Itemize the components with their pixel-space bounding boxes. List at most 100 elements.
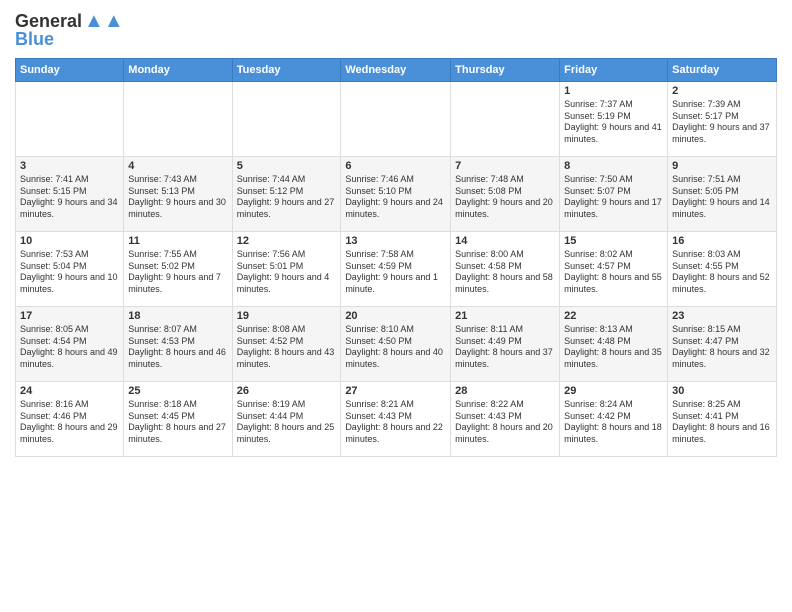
calendar-cell: 2 Sunrise: 7:39 AM Sunset: 5:17 PM Daylig… [668, 82, 777, 157]
day-number: 1 [564, 85, 663, 97]
day-number: 14 [455, 235, 555, 247]
day-number: 19 [237, 310, 337, 322]
calendar-cell: 13 Sunrise: 7:58 AM Sunset: 4:59 PM Dayli… [341, 232, 451, 307]
calendar-cell: 8 Sunrise: 7:50 AM Sunset: 5:07 PM Daylig… [560, 157, 668, 232]
day-number: 5 [237, 160, 337, 172]
day-info: Sunrise: 7:55 AM Sunset: 5:02 PM Dayligh… [128, 249, 227, 296]
logo: General ▲▲ Blue [15, 10, 124, 50]
calendar-cell: 14 Sunrise: 8:00 AM Sunset: 4:58 PM Dayli… [451, 232, 560, 307]
day-info: Sunrise: 8:24 AM Sunset: 4:42 PM Dayligh… [564, 399, 663, 446]
day-info: Sunrise: 7:53 AM Sunset: 5:04 PM Dayligh… [20, 249, 119, 296]
calendar-cell: 6 Sunrise: 7:46 AM Sunset: 5:10 PM Daylig… [341, 157, 451, 232]
calendar-cell: 26Sunrise: 8:19 AM Sunset: 4:44 PM Dayli… [232, 382, 341, 457]
day-info: Sunrise: 7:46 AM Sunset: 5:10 PM Dayligh… [345, 174, 446, 221]
calendar-header-sunday: Sunday [16, 59, 124, 82]
calendar-cell: 9 Sunrise: 7:51 AM Sunset: 5:05 PM Daylig… [668, 157, 777, 232]
calendar-cell: 27 Sunrise: 8:21 AM Sunset: 4:43 PM Dayli… [341, 382, 451, 457]
day-number: 26 [237, 385, 337, 397]
day-info: Sunrise: 7:44 AM Sunset: 5:12 PM Dayligh… [237, 174, 337, 221]
calendar-cell: 19Sunrise: 8:08 AM Sunset: 4:52 PM Dayli… [232, 307, 341, 382]
calendar-cell: 24 Sunrise: 8:16 AM Sunset: 4:46 PM Dayli… [16, 382, 124, 457]
main-container: General ▲▲ Blue SundayMondayTuesdayWedne… [0, 0, 792, 467]
day-info: Sunrise: 8:13 AM Sunset: 4:48 PM Dayligh… [564, 324, 663, 371]
day-number: 4 [128, 160, 227, 172]
day-number: 9 [672, 160, 772, 172]
calendar-cell: 23Sunrise: 8:15 AM Sunset: 4:47 PM Dayli… [668, 307, 777, 382]
calendar-cell: 12 Sunrise: 7:56 AM Sunset: 5:01 PM Dayli… [232, 232, 341, 307]
day-info: Sunrise: 8:16 AM Sunset: 4:46 PM Dayligh… [20, 399, 119, 446]
day-number: 30 [672, 385, 772, 397]
day-info: Sunrise: 8:05 AM Sunset: 4:54 PM Dayligh… [20, 324, 119, 371]
day-number: 15 [564, 235, 663, 247]
day-number: 6 [345, 160, 446, 172]
day-number: 2 [672, 85, 772, 97]
calendar-body: 1 Sunrise: 7:37 AM Sunset: 5:19 PM Daylig… [16, 82, 777, 457]
calendar-cell: 11 Sunrise: 7:55 AM Sunset: 5:02 PM Dayli… [124, 232, 232, 307]
day-info: Sunrise: 7:39 AM Sunset: 5:17 PM Dayligh… [672, 99, 772, 146]
calendar-cell: 4 Sunrise: 7:43 AM Sunset: 5:13 PM Daylig… [124, 157, 232, 232]
calendar-cell [232, 82, 341, 157]
day-info: Sunrise: 7:56 AM Sunset: 5:01 PM Dayligh… [237, 249, 337, 296]
day-number: 8 [564, 160, 663, 172]
calendar-table: SundayMondayTuesdayWednesdayThursdayFrid… [15, 58, 777, 457]
calendar-cell [451, 82, 560, 157]
day-number: 18 [128, 310, 227, 322]
day-info: Sunrise: 7:50 AM Sunset: 5:07 PM Dayligh… [564, 174, 663, 221]
day-info: Sunrise: 7:43 AM Sunset: 5:13 PM Dayligh… [128, 174, 227, 221]
day-info: Sunrise: 7:48 AM Sunset: 5:08 PM Dayligh… [455, 174, 555, 221]
day-number: 27 [345, 385, 446, 397]
calendar-cell: 3 Sunrise: 7:41 AM Sunset: 5:15 PM Daylig… [16, 157, 124, 232]
calendar-week-3: 10Sunrise: 7:53 AM Sunset: 5:04 PM Dayli… [16, 232, 777, 307]
day-info: Sunrise: 8:07 AM Sunset: 4:53 PM Dayligh… [128, 324, 227, 371]
day-info: Sunrise: 8:25 AM Sunset: 4:41 PM Dayligh… [672, 399, 772, 446]
calendar-cell: 15 Sunrise: 8:02 AM Sunset: 4:57 PM Dayli… [560, 232, 668, 307]
calendar-week-4: 17 Sunrise: 8:05 AM Sunset: 4:54 PM Dayli… [16, 307, 777, 382]
header: General ▲▲ Blue [15, 10, 777, 50]
day-number: 29 [564, 385, 663, 397]
day-number: 11 [128, 235, 227, 247]
calendar-cell: 22 Sunrise: 8:13 AM Sunset: 4:48 PM Dayli… [560, 307, 668, 382]
calendar-week-1: 1 Sunrise: 7:37 AM Sunset: 5:19 PM Daylig… [16, 82, 777, 157]
day-number: 20 [345, 310, 446, 322]
day-info: Sunrise: 8:02 AM Sunset: 4:57 PM Dayligh… [564, 249, 663, 296]
calendar-cell [341, 82, 451, 157]
day-number: 12 [237, 235, 337, 247]
calendar-header-friday: Friday [560, 59, 668, 82]
day-number: 3 [20, 160, 119, 172]
day-info: Sunrise: 8:03 AM Sunset: 4:55 PM Dayligh… [672, 249, 772, 296]
calendar-cell: 5 Sunrise: 7:44 AM Sunset: 5:12 PM Daylig… [232, 157, 341, 232]
calendar-cell: 7 Sunrise: 7:48 AM Sunset: 5:08 PM Daylig… [451, 157, 560, 232]
calendar-cell: 30 Sunrise: 8:25 AM Sunset: 4:41 PM Dayli… [668, 382, 777, 457]
calendar-header-tuesday: Tuesday [232, 59, 341, 82]
calendar-cell: 17 Sunrise: 8:05 AM Sunset: 4:54 PM Dayli… [16, 307, 124, 382]
calendar-week-5: 24 Sunrise: 8:16 AM Sunset: 4:46 PM Dayli… [16, 382, 777, 457]
day-info: Sunrise: 8:00 AM Sunset: 4:58 PM Dayligh… [455, 249, 555, 296]
day-number: 16 [672, 235, 772, 247]
day-info: Sunrise: 8:11 AM Sunset: 4:49 PM Dayligh… [455, 324, 555, 371]
day-number: 17 [20, 310, 119, 322]
calendar-cell: 25Sunrise: 8:18 AM Sunset: 4:45 PM Dayli… [124, 382, 232, 457]
calendar-cell: 16 Sunrise: 8:03 AM Sunset: 4:55 PM Dayli… [668, 232, 777, 307]
day-info: Sunrise: 7:58 AM Sunset: 4:59 PM Dayligh… [345, 249, 446, 296]
day-info: Sunrise: 8:21 AM Sunset: 4:43 PM Dayligh… [345, 399, 446, 446]
day-number: 7 [455, 160, 555, 172]
day-number: 21 [455, 310, 555, 322]
calendar-week-2: 3 Sunrise: 7:41 AM Sunset: 5:15 PM Daylig… [16, 157, 777, 232]
day-info: Sunrise: 7:51 AM Sunset: 5:05 PM Dayligh… [672, 174, 772, 221]
day-info: Sunrise: 8:22 AM Sunset: 4:43 PM Dayligh… [455, 399, 555, 446]
day-info: Sunrise: 7:37 AM Sunset: 5:19 PM Dayligh… [564, 99, 663, 146]
day-number: 24 [20, 385, 119, 397]
calendar-cell: 18 Sunrise: 8:07 AM Sunset: 4:53 PM Dayli… [124, 307, 232, 382]
day-info: Sunrise: 8:10 AM Sunset: 4:50 PM Dayligh… [345, 324, 446, 371]
calendar-header-saturday: Saturday [668, 59, 777, 82]
day-info: Sunrise: 7:41 AM Sunset: 5:15 PM Dayligh… [20, 174, 119, 221]
calendar-cell: 21 Sunrise: 8:11 AM Sunset: 4:49 PM Dayli… [451, 307, 560, 382]
day-info: Sunrise: 8:18 AM Sunset: 4:45 PM Dayligh… [128, 399, 227, 446]
day-number: 13 [345, 235, 446, 247]
day-number: 22 [564, 310, 663, 322]
calendar-cell: 29 Sunrise: 8:24 AM Sunset: 4:42 PM Dayli… [560, 382, 668, 457]
calendar-cell: 1 Sunrise: 7:37 AM Sunset: 5:19 PM Daylig… [560, 82, 668, 157]
day-number: 28 [455, 385, 555, 397]
day-number: 23 [672, 310, 772, 322]
logo-bird-icon: ▲▲ [84, 10, 124, 33]
